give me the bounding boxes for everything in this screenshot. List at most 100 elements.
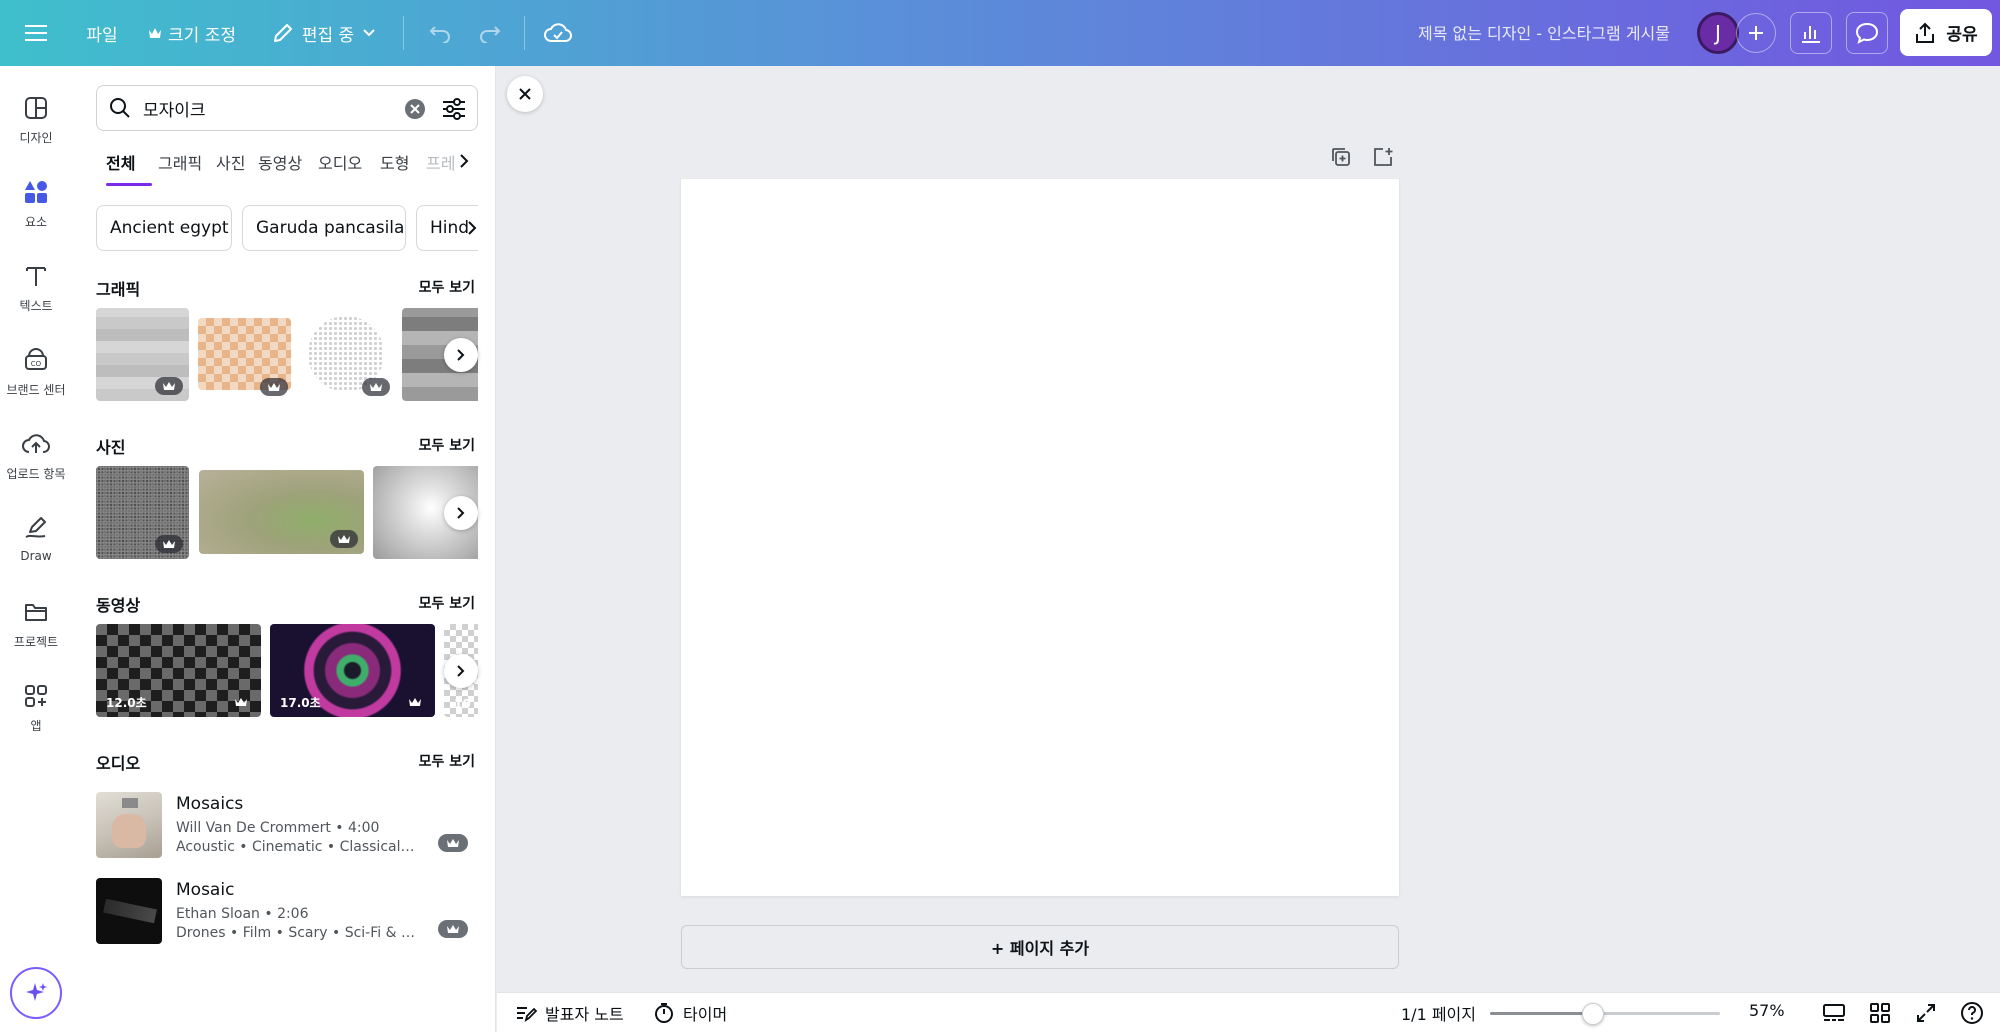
avatar[interactable]: J <box>1697 12 1739 54</box>
rail-item-uploads[interactable]: 업로드 항목 <box>0 423 72 493</box>
upload-icon <box>21 429 51 459</box>
video-thumbnail[interactable]: 12.0초 <box>96 624 261 717</box>
tab-graphics[interactable]: 그래픽 <box>158 150 202 174</box>
tabs-scroll-right-icon[interactable] <box>458 153 470 169</box>
chevron-right-icon <box>457 665 465 677</box>
see-all-videos-link[interactable]: 모두 보기 <box>419 593 475 613</box>
photo-thumbnail[interactable] <box>96 466 189 559</box>
presenter-notes-button[interactable]: 발표자 노트 <box>515 1001 624 1025</box>
svg-text:CO: CO <box>31 360 42 368</box>
rail-label-brand: 브랜드 센터 <box>6 383 66 397</box>
search-input[interactable] <box>143 96 383 120</box>
magic-assistant-button[interactable] <box>10 967 62 1019</box>
comments-button[interactable] <box>1846 12 1888 54</box>
file-menu-button[interactable]: 파일 <box>76 13 128 53</box>
undo-button[interactable] <box>420 13 460 53</box>
graphics-next-button[interactable] <box>444 338 478 372</box>
fullscreen-button[interactable] <box>1913 1000 1939 1026</box>
timer-button[interactable]: 타이머 <box>653 1001 727 1025</box>
tab-shapes[interactable]: 도형 <box>380 150 409 174</box>
duplicate-page-button[interactable] <box>1328 144 1354 170</box>
share-upload-icon <box>1916 22 1935 43</box>
rail-item-elements[interactable]: 요소 <box>0 171 72 241</box>
see-all-photos-link[interactable]: 모두 보기 <box>419 435 475 455</box>
crown-icon <box>149 28 162 38</box>
graphic-thumbnail[interactable] <box>96 308 189 401</box>
videos-next-button[interactable] <box>444 654 478 688</box>
page-indicator-button[interactable]: 1/1 페이지 <box>1401 1001 1476 1025</box>
suggestion-chip-ancient-egypt[interactable]: Ancient egypt <box>96 205 232 251</box>
menu-button[interactable] <box>16 13 56 53</box>
zoom-slider[interactable] <box>1490 1003 1720 1025</box>
see-all-audio-link[interactable]: 모두 보기 <box>419 751 475 771</box>
toolbar-divider-2 <box>524 16 525 50</box>
tab-videos[interactable]: 동영상 <box>258 150 302 174</box>
undo-icon <box>429 26 450 43</box>
clear-search-button[interactable] <box>405 99 425 119</box>
chip-label: Ancient egypt <box>110 218 229 238</box>
rail-item-text[interactable]: 텍스트 <box>0 255 72 325</box>
tab-frames[interactable]: 프레 <box>426 150 455 174</box>
audio-cover-art <box>96 792 162 858</box>
rail-item-brand[interactable]: CO 브랜드 센터 <box>0 339 72 409</box>
resize-button[interactable]: 크기 조정 <box>142 13 242 53</box>
rail-item-apps[interactable]: 앱 <box>0 675 72 745</box>
invite-button[interactable] <box>1736 13 1776 53</box>
suggestion-chip-garuda[interactable]: Garuda pancasila <box>242 205 406 251</box>
edit-mode-button[interactable]: 편집 중 <box>268 13 380 53</box>
help-button[interactable] <box>1959 1000 1985 1026</box>
apps-icon <box>21 681 51 711</box>
crown-icon <box>338 535 350 543</box>
video-thumbnail[interactable]: 17.0초 <box>270 624 435 717</box>
see-all-graphics-link[interactable]: 모두 보기 <box>419 277 475 297</box>
zoom-label: 57% <box>1749 1001 1785 1020</box>
zoom-slider-fill <box>1490 1012 1593 1015</box>
redo-button[interactable] <box>470 13 510 53</box>
design-title[interactable]: 제목 없는 디자인 - 인스타그램 게시물 <box>1418 20 1670 44</box>
close-icon <box>519 88 531 100</box>
photo-thumbnail[interactable] <box>199 470 364 554</box>
premium-badge <box>438 920 468 938</box>
crown-icon <box>409 698 421 706</box>
zoom-slider-handle[interactable] <box>1581 1003 1604 1025</box>
rail-item-draw[interactable]: Draw <box>0 507 72 577</box>
audio-item[interactable]: Mosaics Will Van De Crommert • 4:00 Acou… <box>96 792 478 862</box>
chevron-right-icon <box>457 349 465 361</box>
add-page-icon-button[interactable] <box>1370 144 1396 170</box>
audio-cover-art <box>96 878 162 944</box>
chevron-right-icon <box>457 507 465 519</box>
design-page-canvas[interactable] <box>681 179 1399 896</box>
page-view-button[interactable] <box>1821 1000 1847 1026</box>
cover-art-detail <box>122 798 138 808</box>
share-button[interactable]: 공유 <box>1900 9 1992 56</box>
tab-photos[interactable]: 사진 <box>216 150 245 174</box>
rail-item-design[interactable]: 디자인 <box>0 87 72 157</box>
zoom-percentage-button[interactable]: 57% <box>1749 1001 1785 1020</box>
audio-item[interactable]: Mosaic Ethan Sloan • 2:06 Drones • Film … <box>96 878 478 948</box>
chips-scroll-right-icon[interactable] <box>466 220 478 236</box>
audio-title: Mosaic <box>176 880 235 900</box>
cloud-check-icon <box>544 23 572 42</box>
close-panel-button[interactable] <box>507 76 543 112</box>
tab-audio[interactable]: 오디오 <box>318 150 362 174</box>
active-tab-indicator <box>106 183 152 186</box>
tab-all[interactable]: 전체 <box>106 150 135 174</box>
premium-badge <box>260 378 288 396</box>
notes-icon <box>517 1007 537 1023</box>
grid-view-button[interactable] <box>1867 1000 1893 1026</box>
left-rail: 디자인 요소 텍스트 CO 브랜드 센터 업로드 항목 Draw 프로젝트 앱 <box>0 66 72 1032</box>
photos-next-button[interactable] <box>444 496 478 530</box>
filter-button[interactable] <box>441 96 467 122</box>
search-icon <box>110 98 130 118</box>
sliders-icon <box>443 98 465 120</box>
insights-button[interactable] <box>1790 12 1832 54</box>
help-icon <box>1961 1002 1983 1024</box>
crown-icon <box>235 698 247 706</box>
add-page-button[interactable]: + 페이지 추가 <box>681 925 1399 969</box>
design-icon <box>21 93 51 123</box>
presenter-notes-label: 발표자 노트 <box>545 1005 624 1024</box>
rail-item-projects[interactable]: 프로젝트 <box>0 591 72 661</box>
audio-title: Mosaics <box>176 794 244 814</box>
draw-icon <box>21 513 51 543</box>
cloud-save-button[interactable] <box>538 13 578 53</box>
